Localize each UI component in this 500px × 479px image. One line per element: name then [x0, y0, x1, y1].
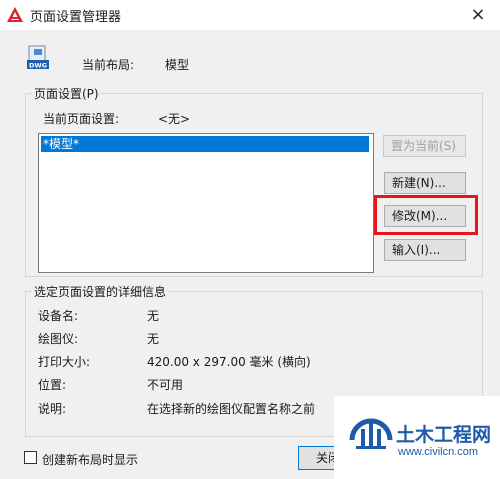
- device-name-value: 无: [147, 309, 160, 323]
- page-setup-list-item[interactable]: *模型*: [41, 136, 369, 152]
- modify-button-highlight: [374, 195, 478, 235]
- plotter-label: 绘图仪:: [38, 332, 79, 346]
- show-on-new-layout-label: 创建新布局时显示: [42, 453, 139, 467]
- show-on-new-layout-checkbox[interactable]: [24, 451, 37, 464]
- current-page-setup-value: <无>: [158, 112, 191, 126]
- civilcn-logo-icon: [349, 418, 393, 449]
- set-current-button[interactable]: 置为当前(S): [383, 135, 466, 157]
- current-layout-label: 当前布局:: [82, 58, 135, 72]
- description-value: 在选择新的绘图仪配置名称之前: [147, 402, 316, 416]
- device-name-label: 设备名:: [38, 309, 79, 323]
- watermark-url: www.civilcn.com: [398, 446, 479, 458]
- location-label: 位置:: [38, 378, 67, 392]
- window-title: 页面设置管理器: [30, 10, 122, 25]
- new-button[interactable]: 新建(N)...: [384, 172, 466, 194]
- description-label: 说明:: [38, 402, 67, 416]
- import-button[interactable]: 输入(I)...: [384, 239, 466, 261]
- dwg-file-icon: DWG: [27, 45, 49, 70]
- window-close-button[interactable]: ×: [458, 3, 498, 27]
- current-page-setup-label: 当前页面设置:: [43, 112, 120, 126]
- details-legend: 选定页面设置的详细信息: [34, 285, 167, 299]
- current-layout-value: 模型: [165, 58, 190, 72]
- page-setup-listbox[interactable]: *模型*: [38, 133, 374, 273]
- page-setups-legend: 页面设置(P): [34, 87, 99, 101]
- autocad-app-icon: [7, 7, 23, 22]
- svg-text:DWG: DWG: [29, 62, 47, 70]
- plotter-value: 无: [147, 332, 160, 346]
- plot-size-label: 打印大小:: [38, 355, 91, 369]
- title-bar: 页面设置管理器 ×: [0, 0, 500, 30]
- watermark: 土木工程网 www.civilcn.com: [334, 396, 500, 479]
- plot-size-value: 420.00 x 297.00 毫米 (横向): [147, 355, 311, 369]
- watermark-brand: 土木工程网: [396, 424, 492, 446]
- location-value: 不可用: [147, 378, 184, 392]
